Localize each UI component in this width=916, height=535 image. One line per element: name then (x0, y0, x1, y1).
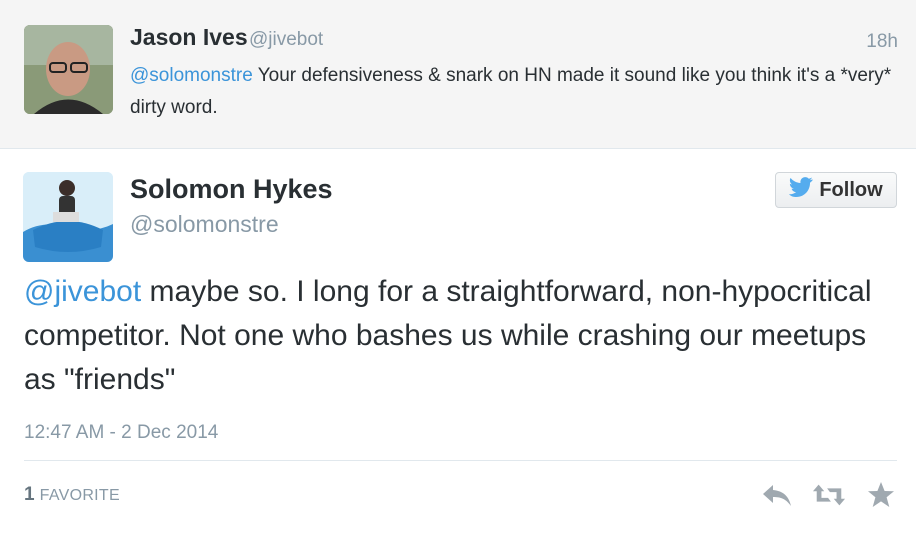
jason-ives-avatar[interactable] (24, 25, 113, 114)
parent-author-name[interactable]: Jason Ives (130, 24, 248, 51)
solomon-hykes-avatar[interactable] (23, 172, 113, 262)
mention-link[interactable]: @jivebot (24, 275, 141, 308)
twitter-bird-icon (789, 177, 813, 203)
favorite-count: 1 (24, 484, 35, 505)
tweet-timestamp[interactable]: 12:47 AM - 2 Dec 2014 (24, 422, 218, 444)
tweet-actions (760, 478, 898, 512)
favorite-label: FAVORITE (39, 487, 120, 504)
tweet-text: @jivebot maybe so. I long for a straight… (24, 270, 894, 402)
author-handle[interactable]: @solomonstre (130, 211, 279, 238)
star-icon[interactable] (864, 478, 898, 512)
follow-button[interactable]: Follow (775, 172, 897, 208)
parent-tweet: Jason Ives @jivebot 18h @solomonstre You… (0, 0, 916, 149)
favorites-stat[interactable]: 1 FAVORITE (24, 484, 120, 506)
parent-timestamp[interactable]: 18h (866, 31, 898, 53)
tweet-body: maybe so. I long for a straightforward, … (24, 275, 872, 396)
divider (24, 460, 897, 461)
reply-icon[interactable] (760, 478, 794, 512)
parent-author-handle[interactable]: @jivebot (249, 29, 323, 51)
follow-label: Follow (819, 178, 883, 201)
parent-tweet-text: @solomonstre Your defensiveness & snark … (130, 60, 900, 124)
retweet-icon[interactable] (812, 478, 846, 512)
parent-mention-link[interactable]: @solomonstre (130, 65, 253, 86)
author-name[interactable]: Solomon Hykes (130, 174, 333, 205)
